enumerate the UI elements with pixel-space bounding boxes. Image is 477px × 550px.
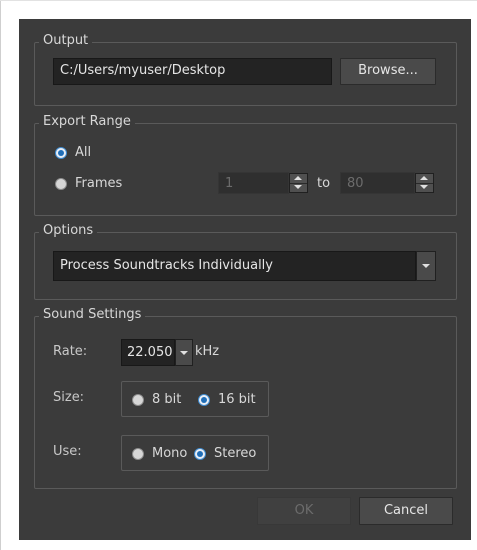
use-stereo-label: Stereo [214,446,257,461]
output-group: Output C:/Users/myuser/Desktop Browse... [34,33,457,106]
size-8bit-label: 8 bit [152,392,182,407]
export-range-legend: Export Range [39,114,135,129]
arrow-up-icon [420,176,428,180]
arrow-up-icon [294,176,302,180]
rate-unit: kHz [195,344,220,359]
size-16bit-radio[interactable] [198,394,210,406]
export-range-group: Export Range All Frames 1 to 80 [34,114,457,216]
options-legend: Options [39,223,98,238]
browse-button[interactable]: Browse... [340,58,436,85]
page-border-top [0,0,477,1]
use-mono-label: Mono [152,446,188,461]
use-mono-radio[interactable] [132,448,144,460]
arrow-down-icon [294,185,302,189]
frames-from-stepper[interactable] [289,173,308,193]
rate-dropdown[interactable]: 22.050 [121,339,175,366]
frames-to-stepper[interactable] [415,173,434,193]
sound-settings-group: Sound Settings Rate: 22.050 kHz Size: 8 … [34,307,457,489]
frames-from-field[interactable]: 1 [218,172,289,194]
frames-radio[interactable] [55,178,67,190]
options-dropdown-button[interactable] [416,251,436,281]
to-label: to [317,176,331,191]
options-group: Options Process Soundtracks Individually [34,223,457,300]
stepper-down[interactable] [416,183,433,192]
use-label: Use: [53,444,82,459]
output-legend: Output [39,33,93,48]
rate-dropdown-button[interactable] [175,339,193,366]
sound-settings-legend: Sound Settings [39,307,146,322]
frames-label: Frames [75,176,123,191]
page-border [0,0,1,550]
export-sound-dialog: Output C:/Users/myuser/Desktop Browse...… [19,19,471,540]
size-radio-group: 8 bit 16 bit [121,381,269,417]
arrow-down-icon [420,185,428,189]
ok-button[interactable]: OK [257,497,351,525]
chevron-down-icon [180,350,188,355]
size-16bit-label: 16 bit [218,392,256,407]
stepper-down[interactable] [290,183,307,192]
options-dropdown[interactable]: Process Soundtracks Individually [53,251,416,281]
chevron-down-icon [422,264,430,268]
use-stereo-radio[interactable] [194,448,206,460]
all-label: All [75,145,92,160]
all-radio[interactable] [55,147,67,159]
frames-to-field[interactable]: 80 [340,172,415,194]
output-path-field[interactable]: C:/Users/myuser/Desktop [53,58,332,85]
use-radio-group: Mono Stereo [121,435,269,471]
rate-label: Rate: [53,344,88,359]
size-8bit-radio[interactable] [132,394,144,406]
size-label: Size: [53,390,85,405]
cancel-button[interactable]: Cancel [359,497,453,525]
